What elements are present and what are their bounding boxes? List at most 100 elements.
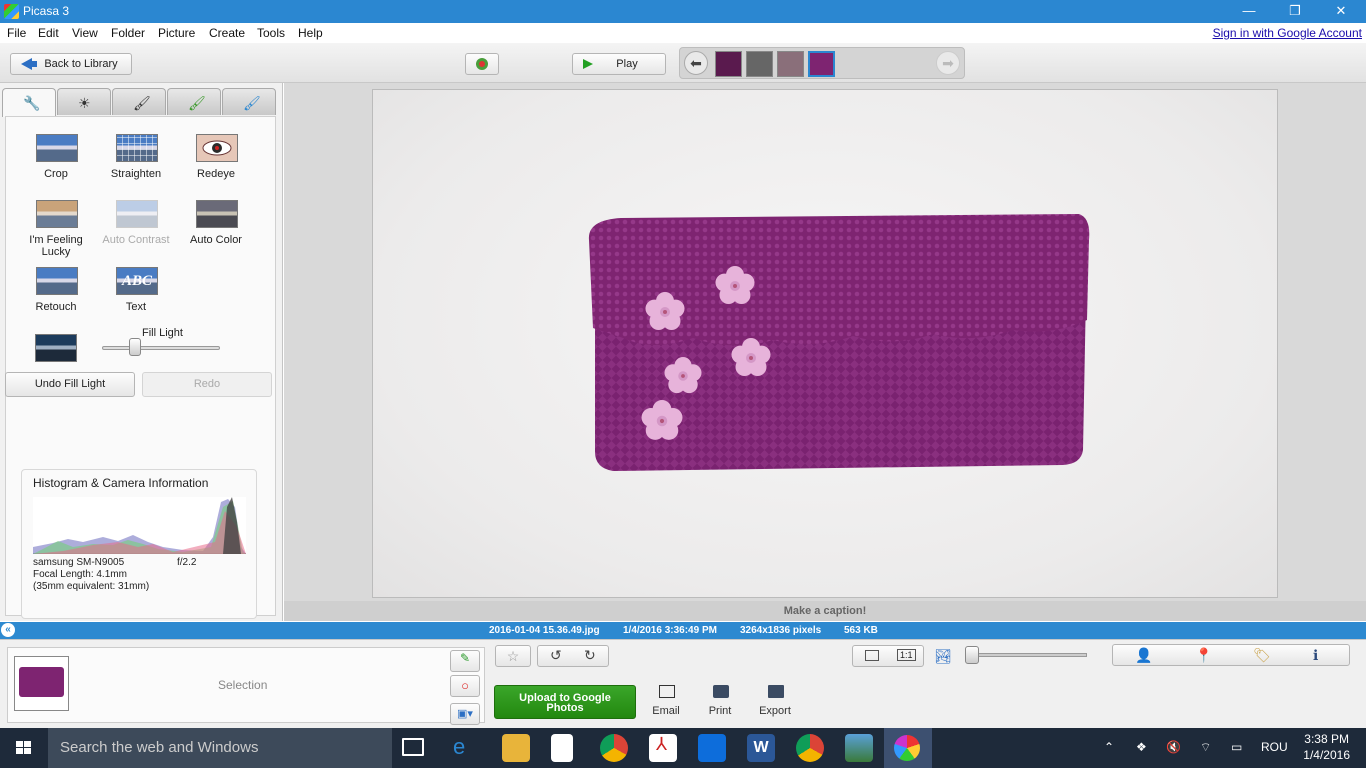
selection-label: Selection — [218, 678, 268, 692]
filmstrip-thumb[interactable] — [746, 51, 773, 77]
close-button[interactable]: ✕ — [1318, 0, 1364, 23]
rotate-group: ↺ ↻ — [537, 645, 609, 667]
title-bar: Picasa 3 — ❐ ✕ — [0, 0, 1366, 23]
photo-tray: Selection ✎ ○ ▣▾ ☆ ↺ ↻ Upload to Google … — [0, 639, 1366, 728]
straighten-tool[interactable]: Straighten — [96, 134, 176, 194]
next-photo-button[interactable]: ➡ — [936, 51, 960, 75]
crop-tool[interactable]: Crop — [16, 134, 96, 194]
geotag-icon — [476, 58, 488, 70]
photo-image[interactable] — [372, 89, 1278, 598]
info-icon[interactable]: ℹ — [1313, 647, 1318, 664]
show-hidden-icons[interactable]: ⌃ — [1104, 740, 1114, 754]
tags-icon[interactable]: 🏷 — [1253, 647, 1271, 664]
minimize-button[interactable]: — — [1226, 0, 1272, 23]
play-label: Play — [616, 58, 638, 70]
redeye-tool[interactable]: Redeye — [176, 134, 256, 194]
text-tool[interactable]: ABC Text — [96, 267, 176, 327]
word-icon[interactable]: W — [747, 734, 775, 762]
tab-effects[interactable]: 🖌 — [112, 88, 166, 115]
start-button[interactable] — [0, 728, 48, 768]
menu-bar: File Edit View Folder Picture Create Too… — [0, 23, 1366, 43]
rotate-left-icon[interactable]: ↺ — [550, 647, 562, 664]
brush-green-icon: 🖌 — [188, 95, 206, 111]
dropbox-icon[interactable] — [698, 734, 726, 762]
pdf-icon[interactable]: ⅄ — [649, 734, 677, 762]
play-slideshow-button[interactable]: Play — [572, 53, 666, 75]
tab-effects-3[interactable]: 🖌 — [222, 88, 276, 115]
zoom-slider[interactable] — [967, 653, 1087, 657]
star-icon: ☆ — [506, 648, 520, 664]
wifi-icon[interactable]: ⌔ — [1200, 740, 1211, 755]
store-icon[interactable] — [551, 734, 573, 762]
feeling-lucky-tool[interactable]: I'm Feeling Lucky — [16, 200, 96, 260]
picasa-taskbar-icon[interactable] — [884, 728, 932, 768]
menu-edit[interactable]: Edit — [38, 26, 59, 40]
status-bar: « 2016-01-04 15.36.49.jpg 1/4/2016 3:36:… — [0, 622, 1366, 639]
fill-light-slider-handle[interactable] — [129, 338, 141, 356]
auto-color-thumb — [196, 200, 238, 228]
zoom-slider-handle[interactable] — [965, 646, 979, 664]
caption-field[interactable]: Make a caption! — [284, 601, 1366, 621]
upload-to-google-photos-button[interactable]: Upload to Google Photos — [494, 685, 636, 719]
menu-help[interactable]: Help — [298, 26, 323, 40]
clock[interactable]: 3:38 PM 1/4/2016 — [1303, 731, 1350, 763]
notifications-icon[interactable]: ▭ — [1231, 740, 1242, 754]
chrome-icon[interactable] — [600, 734, 628, 762]
redeye-label: Redeye — [197, 168, 235, 180]
photos-icon[interactable] — [845, 734, 873, 762]
menu-tools[interactable]: Tools — [257, 26, 285, 40]
prev-photo-button[interactable]: ⬅ — [684, 51, 708, 75]
clear-selection-button[interactable]: ○ — [450, 675, 480, 697]
redo-button[interactable]: Redo — [142, 372, 272, 397]
chrome-icon-2[interactable] — [796, 734, 824, 762]
filmstrip-thumb[interactable] — [777, 51, 804, 77]
menu-folder[interactable]: Folder — [111, 26, 145, 40]
brush-blue-icon: 🖌 — [243, 95, 261, 111]
filmstrip-thumb-selected[interactable] — [808, 51, 835, 77]
print-label: Print — [708, 705, 732, 717]
star-button[interactable]: ☆ — [495, 645, 531, 667]
sign-in-link[interactable]: Sign in with Google Account — [1213, 26, 1362, 40]
windows-logo-icon — [16, 741, 31, 754]
edge-icon[interactable]: e — [453, 734, 481, 762]
retouch-tool[interactable]: Retouch — [16, 267, 96, 327]
menu-file[interactable]: File — [7, 26, 26, 40]
dropbox-tray-icon[interactable]: ❖ — [1136, 740, 1147, 754]
histogram-title: Histogram & Camera Information — [33, 476, 209, 490]
back-to-library-button[interactable]: Back to Library — [10, 53, 132, 75]
undo-fill-light-button[interactable]: Undo Fill Light — [5, 372, 135, 397]
menu-view[interactable]: View — [72, 26, 98, 40]
auto-color-tool[interactable]: Auto Color — [176, 200, 256, 260]
fit-view-icon[interactable] — [865, 650, 879, 661]
places-pin-icon[interactable]: 📍 — [1195, 647, 1212, 664]
back-arrow-icon — [21, 58, 37, 70]
hold-pin-button[interactable]: ✎ — [450, 650, 480, 672]
menu-create[interactable]: Create — [209, 26, 245, 40]
geotag-button[interactable] — [465, 53, 499, 75]
filmstrip-thumb[interactable] — [715, 51, 742, 77]
actual-size-button[interactable]: 1:1 — [897, 649, 916, 661]
task-view-icon[interactable] — [402, 738, 424, 756]
tab-basic-fixes[interactable]: 🔧 — [2, 88, 56, 117]
taskbar-search-box[interactable]: Search the web and Windows — [48, 728, 392, 768]
selection-thumbnail[interactable] — [14, 656, 69, 711]
add-to-album-button[interactable]: ▣▾ — [450, 703, 480, 725]
menu-picture[interactable]: Picture — [158, 26, 195, 40]
print-icon — [713, 685, 729, 698]
tab-effects-2[interactable]: 🖌 — [167, 88, 221, 115]
people-icon[interactable]: 👤 — [1135, 647, 1152, 664]
file-explorer-icon[interactable] — [502, 734, 530, 762]
rotate-right-icon[interactable]: ↻ — [584, 647, 596, 664]
language-indicator[interactable]: ROU — [1261, 740, 1288, 754]
tab-tuning[interactable]: ☀ — [57, 88, 111, 115]
restore-button[interactable]: ❐ — [1272, 0, 1318, 23]
volume-muted-icon[interactable]: 🔇 — [1166, 740, 1181, 754]
collapse-tray-icon[interactable]: « — [1, 623, 15, 637]
export-label: Export — [759, 705, 791, 717]
upload-label-line2: Photos — [546, 702, 584, 714]
straighten-thumb — [116, 134, 158, 162]
fill-light-slider[interactable] — [102, 346, 220, 350]
auto-contrast-tool[interactable]: Auto Contrast — [96, 200, 176, 260]
view-size-group: 1:1 — [852, 645, 924, 667]
window-title: Picasa 3 — [23, 4, 70, 18]
